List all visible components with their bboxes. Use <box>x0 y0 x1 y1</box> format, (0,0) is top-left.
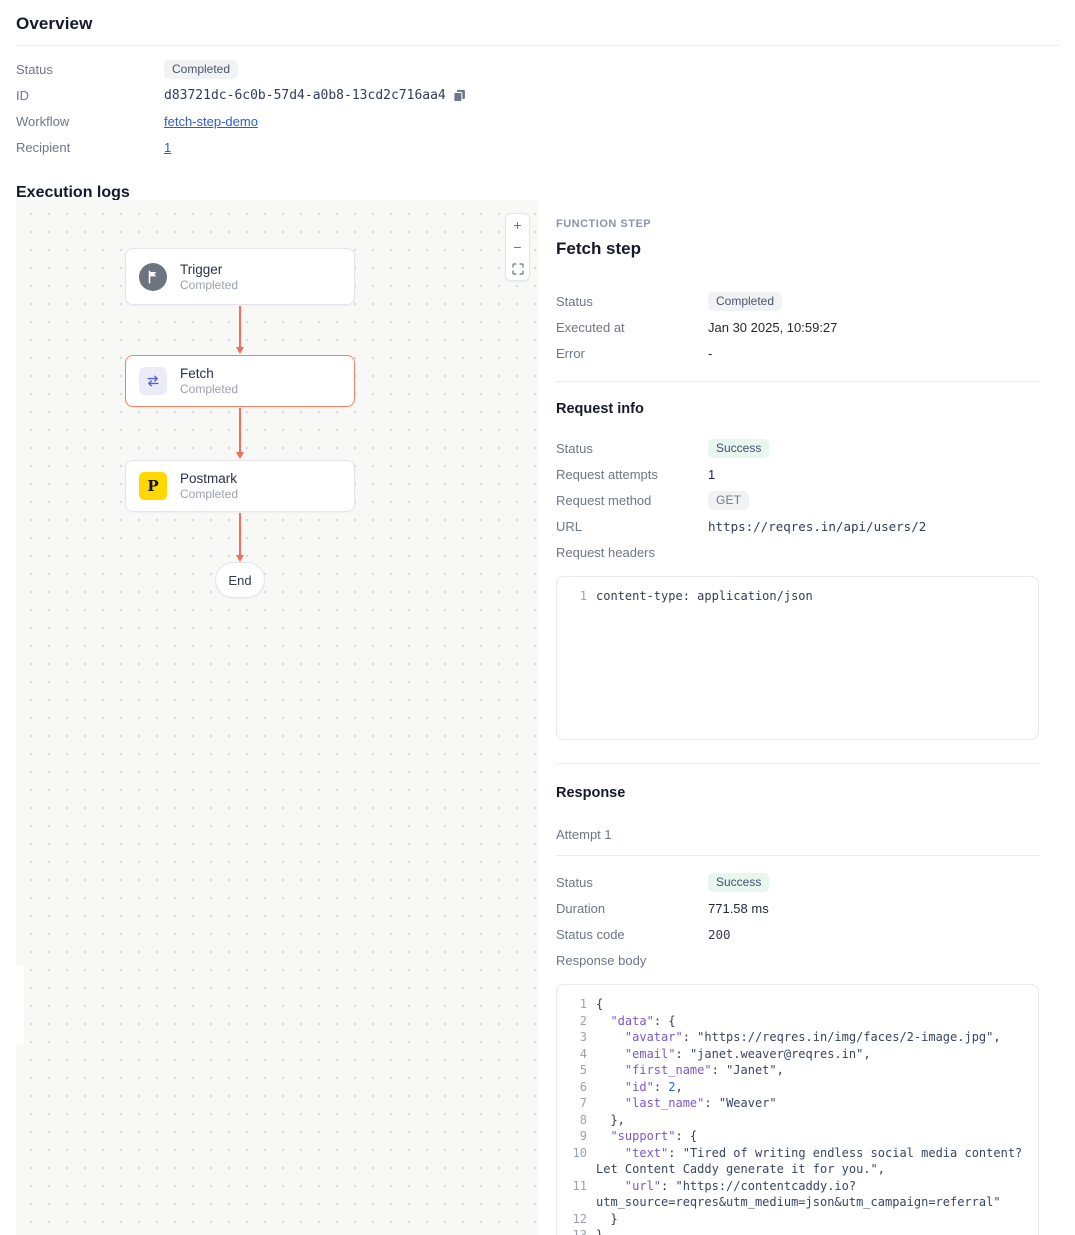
page-title: Overview <box>16 14 1059 34</box>
success-badge: Success <box>708 873 769 892</box>
recipient-label: Recipient <box>16 140 164 155</box>
node-text: Fetch Completed <box>180 365 238 397</box>
node-text: Trigger Completed <box>180 261 238 293</box>
status-label: Status <box>556 441 708 456</box>
attempts-value: 1 <box>708 467 715 482</box>
request-headers-row: Request headers <box>556 542 1039 562</box>
canvas-notch <box>0 965 24 1045</box>
divider <box>16 45 1059 46</box>
overview-section: Overview Status Completed ID d83721dc-6c… <box>0 0 1075 157</box>
status-label: Status <box>16 62 164 77</box>
canvas-zoom-controls: + − <box>505 213 530 281</box>
method-label: Request method <box>556 493 708 508</box>
response-title: Response <box>556 785 1039 801</box>
step-summary-rows: Status Completed Executed at Jan 30 2025… <box>556 291 1039 363</box>
status-code-row: Status code 200 <box>556 924 1039 944</box>
node-trigger[interactable]: Trigger Completed <box>125 248 355 305</box>
transaction-id: d83721dc-6c0b-57d4-a0b8-13cd2c716aa4 <box>164 88 446 103</box>
response-body-row: Response body <box>556 950 1039 970</box>
copy-icon <box>453 89 466 102</box>
status-badge: Completed <box>708 292 782 311</box>
response-body-label: Response body <box>556 953 708 968</box>
status-label: Status <box>556 294 708 309</box>
node-title: Fetch <box>180 365 238 382</box>
node-status: Completed <box>180 382 238 397</box>
url-label: URL <box>556 519 708 534</box>
workflow-canvas[interactable]: + − Trigger Completed Fetch <box>16 200 538 1235</box>
postmark-icon: P <box>139 472 167 500</box>
status-code-value: 200 <box>708 927 731 942</box>
url-value: https://reqres.in/api/users/2 <box>708 519 926 534</box>
duration-row: Duration 771.58 ms <box>556 898 1039 918</box>
node-title: Postmark <box>180 470 238 487</box>
method-badge: GET <box>708 491 749 510</box>
response-rows: Status Success Duration 771.58 ms Status… <box>556 872 1039 970</box>
attempts-label: Request attempts <box>556 467 708 482</box>
expand-icon <box>512 263 524 275</box>
divider <box>556 381 1039 382</box>
attempt-label: Attempt 1 <box>556 827 1039 842</box>
divider <box>556 763 1039 764</box>
node-fetch[interactable]: Fetch Completed <box>125 355 355 407</box>
minus-icon: − <box>513 239 521 255</box>
recipient-link[interactable]: 1 <box>164 140 171 155</box>
step-title: Fetch step <box>556 239 1039 259</box>
response-body-code: 1{2 "data": {3 "avatar": "https://reqres… <box>556 984 1039 1235</box>
status-badge: Completed <box>164 60 238 79</box>
edge-postmark-end <box>239 513 241 556</box>
duration-value: 771.58 ms <box>708 901 769 916</box>
request-headers-label: Request headers <box>556 545 708 560</box>
step-detail-panel: FUNCTION STEP Fetch step Status Complete… <box>556 200 1039 1235</box>
execution-detail-page: Overview Status Completed ID d83721dc-6c… <box>0 0 1075 1235</box>
request-info-rows: Status Success Request attempts 1 Reques… <box>556 438 1039 562</box>
zoom-out-button[interactable]: − <box>506 236 529 258</box>
node-text: Postmark Completed <box>180 470 238 502</box>
fit-view-button[interactable] <box>506 258 529 280</box>
overview-id-row: ID d83721dc-6c0b-57d4-a0b8-13cd2c716aa4 <box>16 85 1059 105</box>
overview-rows: Status Completed ID d83721dc-6c0b-57d4-a… <box>16 59 1059 157</box>
duration-label: Duration <box>556 901 708 916</box>
swap-arrows-icon <box>139 367 167 395</box>
request-method-row: Request method GET <box>556 490 1039 510</box>
copy-id-button[interactable] <box>453 89 466 102</box>
node-status: Completed <box>180 487 238 502</box>
edge-trigger-fetch <box>239 306 241 348</box>
status-code-label: Status code <box>556 927 708 942</box>
plus-icon: + <box>513 217 521 233</box>
request-info-title: Request info <box>556 401 1039 417</box>
step-status-row: Status Completed <box>556 291 1039 311</box>
request-status-row: Status Success <box>556 438 1039 458</box>
node-status: Completed <box>180 278 238 293</box>
success-badge: Success <box>708 439 769 458</box>
node-title: Trigger <box>180 261 238 278</box>
edge-fetch-postmark <box>239 408 241 453</box>
overview-status-row: Status Completed <box>16 59 1059 79</box>
request-headers-code: 1content-type: application/json <box>556 576 1039 740</box>
end-node: End <box>215 562 265 598</box>
flag-icon <box>139 263 167 291</box>
executed-at-label: Executed at <box>556 320 708 335</box>
overview-recipient-row: Recipient 1 <box>16 137 1059 157</box>
overview-workflow-row: Workflow fetch-step-demo <box>16 111 1059 131</box>
error-label: Error <box>556 346 708 361</box>
divider <box>556 855 1039 856</box>
id-label: ID <box>16 88 164 103</box>
request-url-row: URL https://reqres.in/api/users/2 <box>556 516 1039 536</box>
error-value: - <box>708 346 712 361</box>
response-status-row: Status Success <box>556 872 1039 892</box>
workflow-link[interactable]: fetch-step-demo <box>164 114 258 129</box>
request-attempts-row: Request attempts 1 <box>556 464 1039 484</box>
status-label: Status <box>556 875 708 890</box>
executed-at-row: Executed at Jan 30 2025, 10:59:27 <box>556 317 1039 337</box>
executed-at-value: Jan 30 2025, 10:59:27 <box>708 320 837 335</box>
workflow-label: Workflow <box>16 114 164 129</box>
step-type-kicker: FUNCTION STEP <box>556 218 1039 230</box>
node-postmark[interactable]: P Postmark Completed <box>125 460 355 512</box>
zoom-in-button[interactable]: + <box>506 214 529 236</box>
error-row: Error - <box>556 343 1039 363</box>
